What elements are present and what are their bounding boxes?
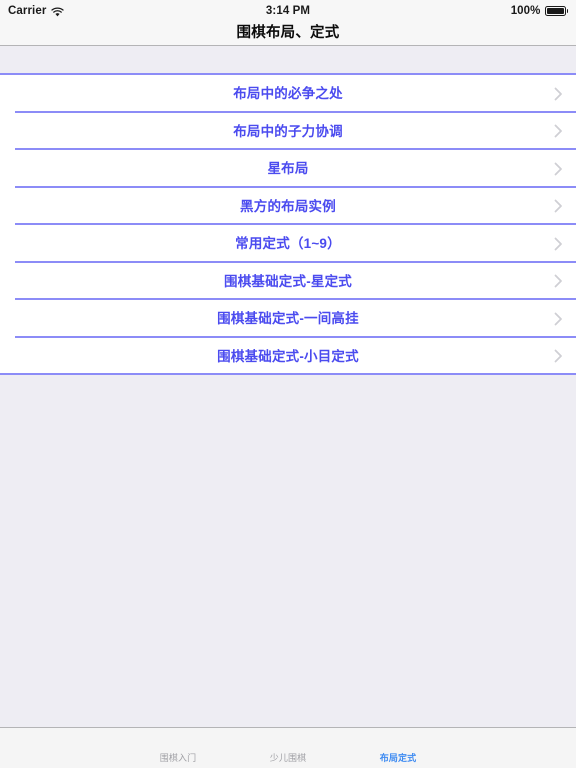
list-item[interactable]: 围棋基础定式-星定式 bbox=[0, 262, 576, 300]
list-item[interactable]: 布局中的必争之处 bbox=[0, 75, 576, 113]
chevron-right-icon bbox=[554, 162, 563, 176]
list-item-label: 常用定式（1~9） bbox=[235, 236, 341, 251]
list-item[interactable]: 围棋基础定式-小目定式 bbox=[0, 337, 576, 375]
tab-weiqi-rumen[interactable]: 围棋入门 bbox=[123, 728, 233, 766]
chevron-right-icon bbox=[554, 349, 563, 363]
navigation-bar: 围棋布局、定式 bbox=[0, 22, 576, 46]
list-item[interactable]: 星布局 bbox=[0, 150, 576, 188]
status-bar-right: 100% bbox=[310, 5, 569, 17]
tab-label: 围棋入门 bbox=[159, 753, 197, 763]
list-item-label: 布局中的必争之处 bbox=[233, 86, 343, 101]
status-bar-center: 3:14 PM bbox=[266, 5, 310, 17]
battery-full-icon bbox=[544, 6, 569, 16]
list-item[interactable]: 黑方的布局实例 bbox=[0, 187, 576, 225]
tab-buju-dingshi[interactable]: 布局定式 bbox=[343, 728, 453, 766]
status-bar-left: Carrier bbox=[8, 5, 266, 17]
carrier-label: Carrier bbox=[8, 5, 47, 17]
tab-shaoer-weiqi[interactable]: 少儿围棋 bbox=[233, 728, 343, 766]
list-item-label: 黑方的布局实例 bbox=[240, 198, 336, 214]
battery-percent-label: 100% bbox=[510, 5, 541, 17]
page-title: 围棋布局、定式 bbox=[236, 25, 340, 42]
clock-label: 3:14 PM bbox=[265, 5, 311, 17]
app-root: Carrier 3:14 PM 100% 围棋布局、定式 布局中的必争之处 布局… bbox=[0, 0, 576, 768]
chapter-list: 布局中的必争之处 布局中的子力协调 星布局 黑方的布局实例 常用定式（1~9） … bbox=[0, 73, 576, 375]
wifi-icon bbox=[51, 7, 65, 17]
tab-label: 布局定式 bbox=[379, 753, 417, 763]
list-item[interactable]: 围棋基础定式-一间高挂 bbox=[0, 300, 576, 338]
list-item-label: 围棋基础定式-星定式 bbox=[224, 273, 352, 289]
list-item-label: 布局中的子力协调 bbox=[233, 123, 343, 139]
list-item[interactable]: 布局中的子力协调 bbox=[0, 112, 576, 150]
chevron-right-icon bbox=[554, 87, 563, 101]
chevron-right-icon bbox=[554, 199, 563, 213]
list-item[interactable]: 常用定式（1~9） bbox=[0, 225, 576, 263]
tab-label: 少儿围棋 bbox=[269, 753, 307, 763]
content-area: 布局中的必争之处 布局中的子力协调 星布局 黑方的布局实例 常用定式（1~9） … bbox=[0, 46, 576, 727]
list-item-label: 围棋基础定式-小目定式 bbox=[217, 348, 359, 364]
chevron-right-icon bbox=[554, 124, 563, 138]
list-item-label: 围棋基础定式-一间高挂 bbox=[217, 311, 359, 326]
list-item-label: 星布局 bbox=[267, 161, 309, 176]
tab-bar-items: 围棋入门 少儿围棋 布局定式 bbox=[0, 728, 576, 766]
status-bar: Carrier 3:14 PM 100% bbox=[0, 0, 576, 22]
chevron-right-icon bbox=[554, 312, 563, 326]
chevron-right-icon bbox=[554, 274, 563, 288]
tab-bar: 围棋入门 少儿围棋 布局定式 bbox=[0, 727, 576, 768]
chevron-right-icon bbox=[554, 237, 563, 251]
